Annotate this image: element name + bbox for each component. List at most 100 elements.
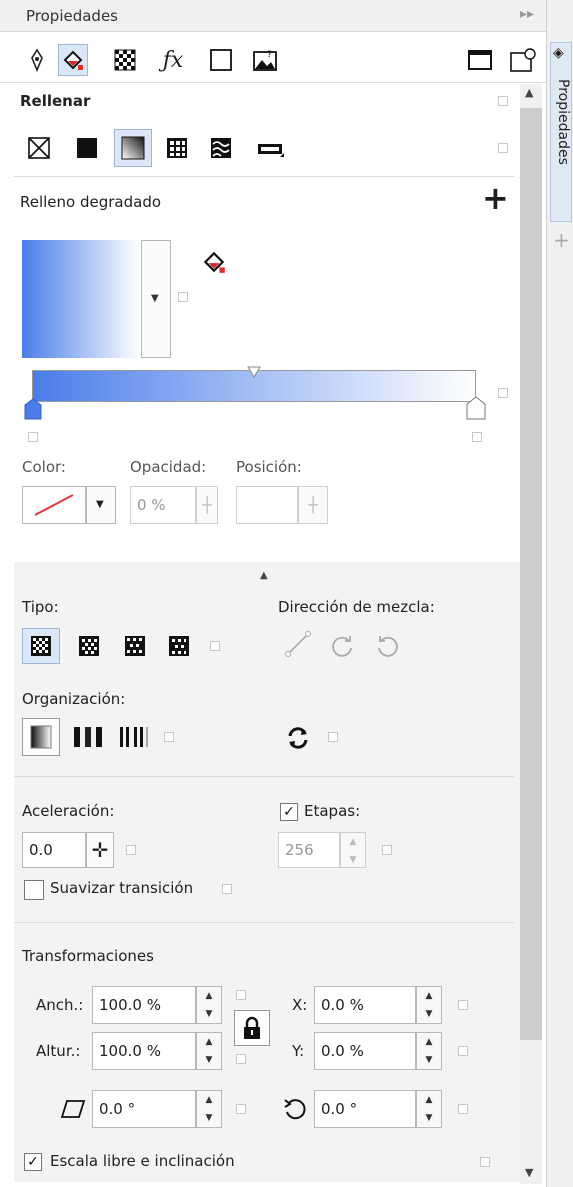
scroll-up-icon[interactable]: ▲ bbox=[525, 86, 533, 99]
section-separator bbox=[14, 176, 514, 177]
section-title-fill: Rellenar bbox=[20, 92, 91, 110]
conical-gradient-icon[interactable] bbox=[118, 628, 152, 664]
option-marker bbox=[458, 1104, 468, 1114]
fill-bucket-icon[interactable] bbox=[198, 246, 230, 278]
end-color-node[interactable] bbox=[466, 396, 486, 420]
color-label: Color: bbox=[22, 458, 66, 476]
counterclockwise-blend-icon[interactable] bbox=[372, 630, 404, 662]
width-input[interactable]: 100.0 % bbox=[92, 986, 196, 1024]
option-marker bbox=[236, 1054, 246, 1064]
width-value: 100.0 % bbox=[99, 996, 161, 1014]
chevron-down-icon: ▼ bbox=[96, 499, 104, 510]
opacity-input[interactable]: 0 % bbox=[130, 486, 196, 524]
y-input[interactable]: 0.0 % bbox=[314, 1032, 416, 1070]
fill-tab-icon[interactable] bbox=[58, 44, 88, 76]
gradient-preset-dropdown[interactable]: ▼ bbox=[141, 240, 171, 358]
x-input[interactable]: 0.0 % bbox=[314, 986, 416, 1024]
panel-title-bar: Propiedades ▸▸ bbox=[0, 0, 546, 32]
color-dropdown[interactable]: ▼ bbox=[86, 486, 116, 524]
start-color-node[interactable] bbox=[24, 398, 42, 420]
reverse-gradient-icon[interactable] bbox=[282, 722, 314, 754]
rotate-spinner[interactable]: ▲ ▼ bbox=[416, 1090, 442, 1128]
smooth-transition-label: Suavizar transición bbox=[50, 879, 194, 897]
option-marker bbox=[126, 845, 136, 855]
color-picker-button[interactable] bbox=[22, 486, 86, 524]
uniform-fill-icon[interactable] bbox=[72, 133, 102, 163]
height-value: 100.0 % bbox=[99, 1042, 161, 1060]
add-tab-icon[interactable]: + bbox=[553, 228, 570, 252]
chevron-down-icon: ▼ bbox=[151, 293, 159, 304]
x-value: 0.0 % bbox=[321, 996, 364, 1014]
option-marker bbox=[178, 292, 188, 302]
option-marker bbox=[382, 845, 392, 855]
acceleration-input[interactable]: 0.0 bbox=[22, 832, 86, 868]
option-marker bbox=[498, 143, 508, 153]
y-spinner[interactable]: ▲ ▼ bbox=[416, 1032, 442, 1070]
default-fill-icon[interactable] bbox=[22, 718, 60, 756]
arrangement-label: Organización: bbox=[22, 690, 126, 708]
position-input[interactable] bbox=[236, 486, 298, 524]
steps-spinner[interactable]: ▲ ▼ bbox=[340, 832, 366, 868]
clockwise-blend-icon[interactable] bbox=[326, 630, 358, 662]
option-marker bbox=[458, 1000, 468, 1010]
gradient-title: Relleno degradado bbox=[20, 193, 162, 211]
width-label: Anch.: bbox=[36, 996, 84, 1014]
lock-ratio-icon[interactable] bbox=[234, 1010, 270, 1046]
effects-icon[interactable]: ƒx bbox=[158, 44, 188, 76]
free-scale-label: Escala libre e inclinación bbox=[50, 1152, 235, 1170]
option-marker bbox=[236, 1104, 246, 1114]
outline-pen-icon[interactable] bbox=[22, 44, 52, 76]
direct-blend-icon[interactable] bbox=[282, 628, 314, 660]
no-fill-icon[interactable] bbox=[24, 133, 54, 163]
tab-properties[interactable]: ◈ Propiedades bbox=[550, 42, 572, 222]
opacity-label: Opacidad: bbox=[130, 458, 207, 476]
gradient-fill-icon[interactable] bbox=[114, 129, 152, 167]
transparency-icon[interactable] bbox=[110, 44, 140, 76]
x-label: X: bbox=[292, 996, 308, 1014]
linear-gradient-icon[interactable] bbox=[22, 628, 60, 664]
position-slider-button[interactable]: ┼ bbox=[298, 486, 328, 524]
midpoint-handle[interactable] bbox=[247, 364, 261, 378]
elliptical-gradient-icon[interactable] bbox=[72, 628, 106, 664]
collapse-icon[interactable]: ▸▸ bbox=[520, 6, 534, 22]
opacity-slider-button[interactable]: ┼ bbox=[196, 486, 218, 524]
svg-text:?: ? bbox=[267, 50, 272, 60]
vector-pattern-icon[interactable] bbox=[162, 133, 192, 163]
rotate-input[interactable]: 0.0 ° bbox=[314, 1090, 416, 1128]
image-info-icon[interactable]: ? bbox=[250, 44, 280, 76]
type-label: Tipo: bbox=[22, 598, 59, 616]
width-spinner[interactable]: ▲ ▼ bbox=[196, 986, 222, 1024]
rotate-value: 0.0 ° bbox=[321, 1100, 358, 1118]
option-marker bbox=[498, 96, 508, 106]
page-frame-icon[interactable] bbox=[465, 44, 495, 76]
height-input[interactable]: 100.0 % bbox=[92, 1032, 196, 1070]
steps-input[interactable]: 256 bbox=[278, 832, 340, 868]
skew-spinner[interactable]: ▲ ▼ bbox=[196, 1090, 222, 1128]
position-label: Posición: bbox=[236, 458, 302, 476]
rectangular-gradient-icon[interactable] bbox=[162, 628, 196, 664]
gradient-preview[interactable] bbox=[22, 240, 140, 358]
acceleration-value: 0.0 bbox=[29, 841, 53, 859]
panel-title: Propiedades bbox=[26, 7, 118, 25]
transformations-title: Transformaciones bbox=[22, 947, 154, 965]
collapse-options-icon[interactable]: ▲ bbox=[260, 570, 268, 581]
smooth-transition-checkbox[interactable] bbox=[24, 880, 44, 900]
repeat-icon[interactable] bbox=[116, 720, 152, 754]
frame-icon[interactable] bbox=[206, 44, 236, 76]
free-scale-checkbox[interactable]: ✓ bbox=[24, 1153, 42, 1171]
option-marker bbox=[458, 1046, 468, 1056]
page-options-icon[interactable] bbox=[508, 44, 538, 76]
scrollbar-thumb[interactable] bbox=[520, 108, 542, 1040]
steps-checkbox[interactable]: ✓ bbox=[280, 803, 298, 821]
acceleration-slider-button[interactable]: ✛ bbox=[86, 832, 114, 868]
scroll-down-icon[interactable]: ▼ bbox=[525, 1166, 533, 1179]
skew-input[interactable]: 0.0 ° bbox=[92, 1090, 196, 1128]
add-preset-icon[interactable]: + bbox=[482, 182, 509, 214]
repeat-mirror-icon[interactable] bbox=[70, 720, 106, 754]
steps-label: Etapas: bbox=[304, 802, 361, 820]
two-color-pattern-icon[interactable] bbox=[254, 133, 288, 165]
height-spinner[interactable]: ▲ ▼ bbox=[196, 1032, 222, 1070]
option-marker bbox=[164, 732, 174, 742]
bitmap-pattern-icon[interactable] bbox=[206, 133, 236, 163]
x-spinner[interactable]: ▲ ▼ bbox=[416, 986, 442, 1024]
